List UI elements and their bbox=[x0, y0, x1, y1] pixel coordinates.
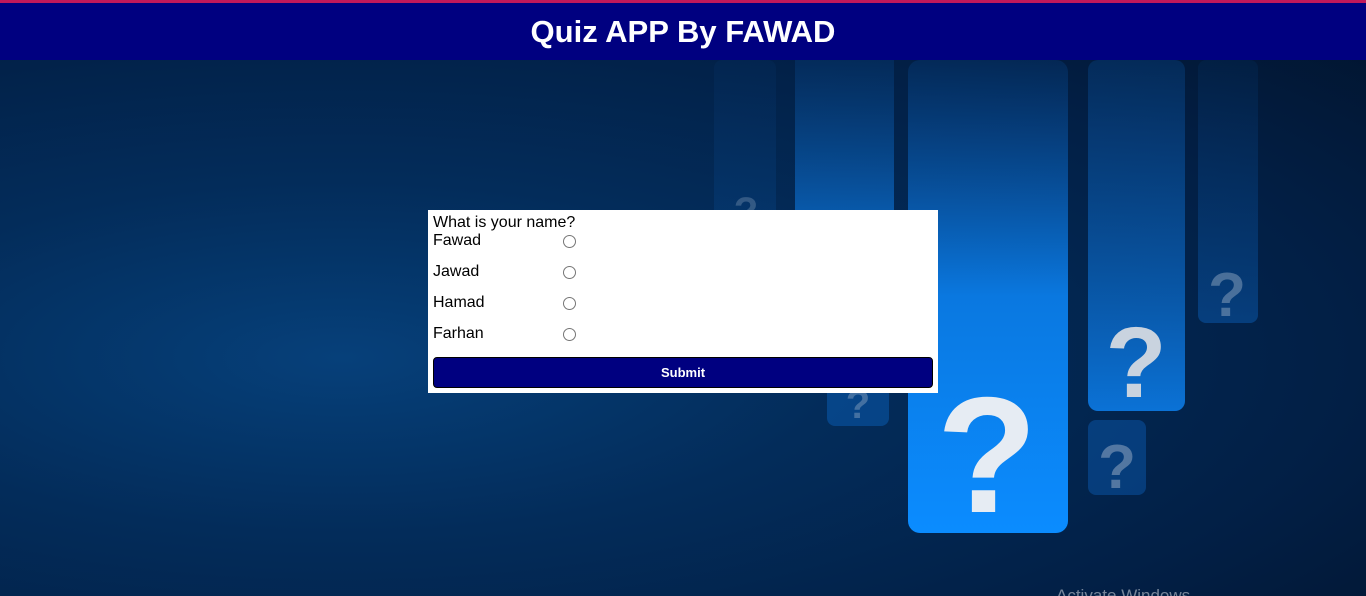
option-row[interactable]: Hamad bbox=[433, 294, 933, 325]
question-text: What is your name? bbox=[433, 214, 576, 231]
option-radio[interactable] bbox=[563, 235, 576, 248]
app-title: Quiz APP By FAWAD bbox=[530, 13, 836, 49]
option-row[interactable]: Jawad bbox=[433, 263, 933, 294]
option-radio[interactable] bbox=[563, 328, 576, 341]
submit-button[interactable]: Submit bbox=[433, 357, 933, 388]
option-label: Farhan bbox=[433, 325, 484, 342]
option-row[interactable]: Fawad bbox=[433, 232, 933, 263]
option-row[interactable]: Farhan bbox=[433, 325, 933, 356]
option-label: Jawad bbox=[433, 263, 480, 280]
app-header: Quiz APP By FAWAD bbox=[0, 3, 1366, 60]
svg-text:?: ? bbox=[1098, 433, 1136, 502]
svg-text:?: ? bbox=[1105, 307, 1166, 419]
svg-text:?: ? bbox=[937, 363, 1038, 547]
quiz-card: What is your name? Fawad Jawad Hamad Far… bbox=[428, 210, 938, 393]
activate-windows-watermark: Activate Windows bbox=[1056, 586, 1191, 596]
svg-text:?: ? bbox=[1208, 261, 1246, 330]
option-radio[interactable] bbox=[563, 297, 576, 310]
option-label: Fawad bbox=[433, 232, 482, 249]
option-radio[interactable] bbox=[563, 266, 576, 279]
option-label: Hamad bbox=[433, 294, 485, 311]
